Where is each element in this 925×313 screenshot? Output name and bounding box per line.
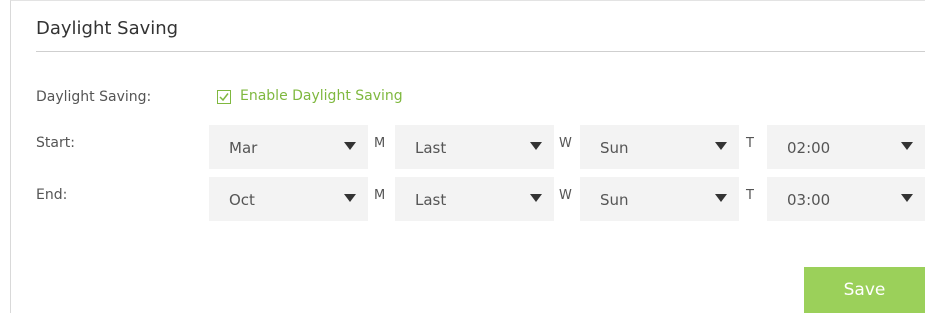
start-week-value: Last xyxy=(415,139,447,157)
start-time-select[interactable]: 02:00 xyxy=(767,125,925,169)
time-separator: T xyxy=(746,136,754,151)
start-label: Start: xyxy=(36,135,75,151)
start-day-value: Sun xyxy=(600,139,629,157)
triangle-down-icon xyxy=(715,194,727,202)
triangle-down-icon xyxy=(344,194,356,202)
end-time-select[interactable]: 03:00 xyxy=(767,177,925,221)
triangle-down-icon xyxy=(344,142,356,150)
end-week-value: Last xyxy=(415,191,447,209)
start-day-select[interactable]: Sun xyxy=(580,125,739,169)
month-separator: M xyxy=(374,188,386,203)
end-month-select[interactable]: Oct xyxy=(209,177,368,221)
end-day-select[interactable]: Sun xyxy=(580,177,739,221)
section-title: Daylight Saving xyxy=(36,18,179,39)
end-label: End: xyxy=(36,187,68,203)
triangle-down-icon xyxy=(715,142,727,150)
week-separator: W xyxy=(559,136,572,151)
start-week-select[interactable]: Last xyxy=(395,125,554,169)
save-button[interactable]: Save xyxy=(804,267,925,313)
triangle-down-icon xyxy=(901,194,913,202)
triangle-down-icon xyxy=(530,194,542,202)
title-divider xyxy=(36,51,925,52)
start-time-value: 02:00 xyxy=(787,139,831,157)
start-month-select[interactable]: Mar xyxy=(209,125,368,169)
enable-daylight-saving-label[interactable]: Enable Daylight Saving xyxy=(240,88,403,104)
week-separator: W xyxy=(559,188,572,203)
end-week-select[interactable]: Last xyxy=(395,177,554,221)
enable-daylight-saving-checkbox[interactable]: Enable Daylight Saving xyxy=(217,88,403,104)
daylight-saving-label: Daylight Saving: xyxy=(36,89,152,105)
start-month-value: Mar xyxy=(229,139,258,157)
triangle-down-icon xyxy=(901,142,913,150)
time-separator: T xyxy=(746,188,754,203)
end-day-value: Sun xyxy=(600,191,629,209)
end-time-value: 03:00 xyxy=(787,191,831,209)
month-separator: M xyxy=(374,136,386,151)
triangle-down-icon xyxy=(530,142,542,150)
checkbox-checked-icon[interactable] xyxy=(217,89,231,104)
end-month-value: Oct xyxy=(229,191,255,209)
